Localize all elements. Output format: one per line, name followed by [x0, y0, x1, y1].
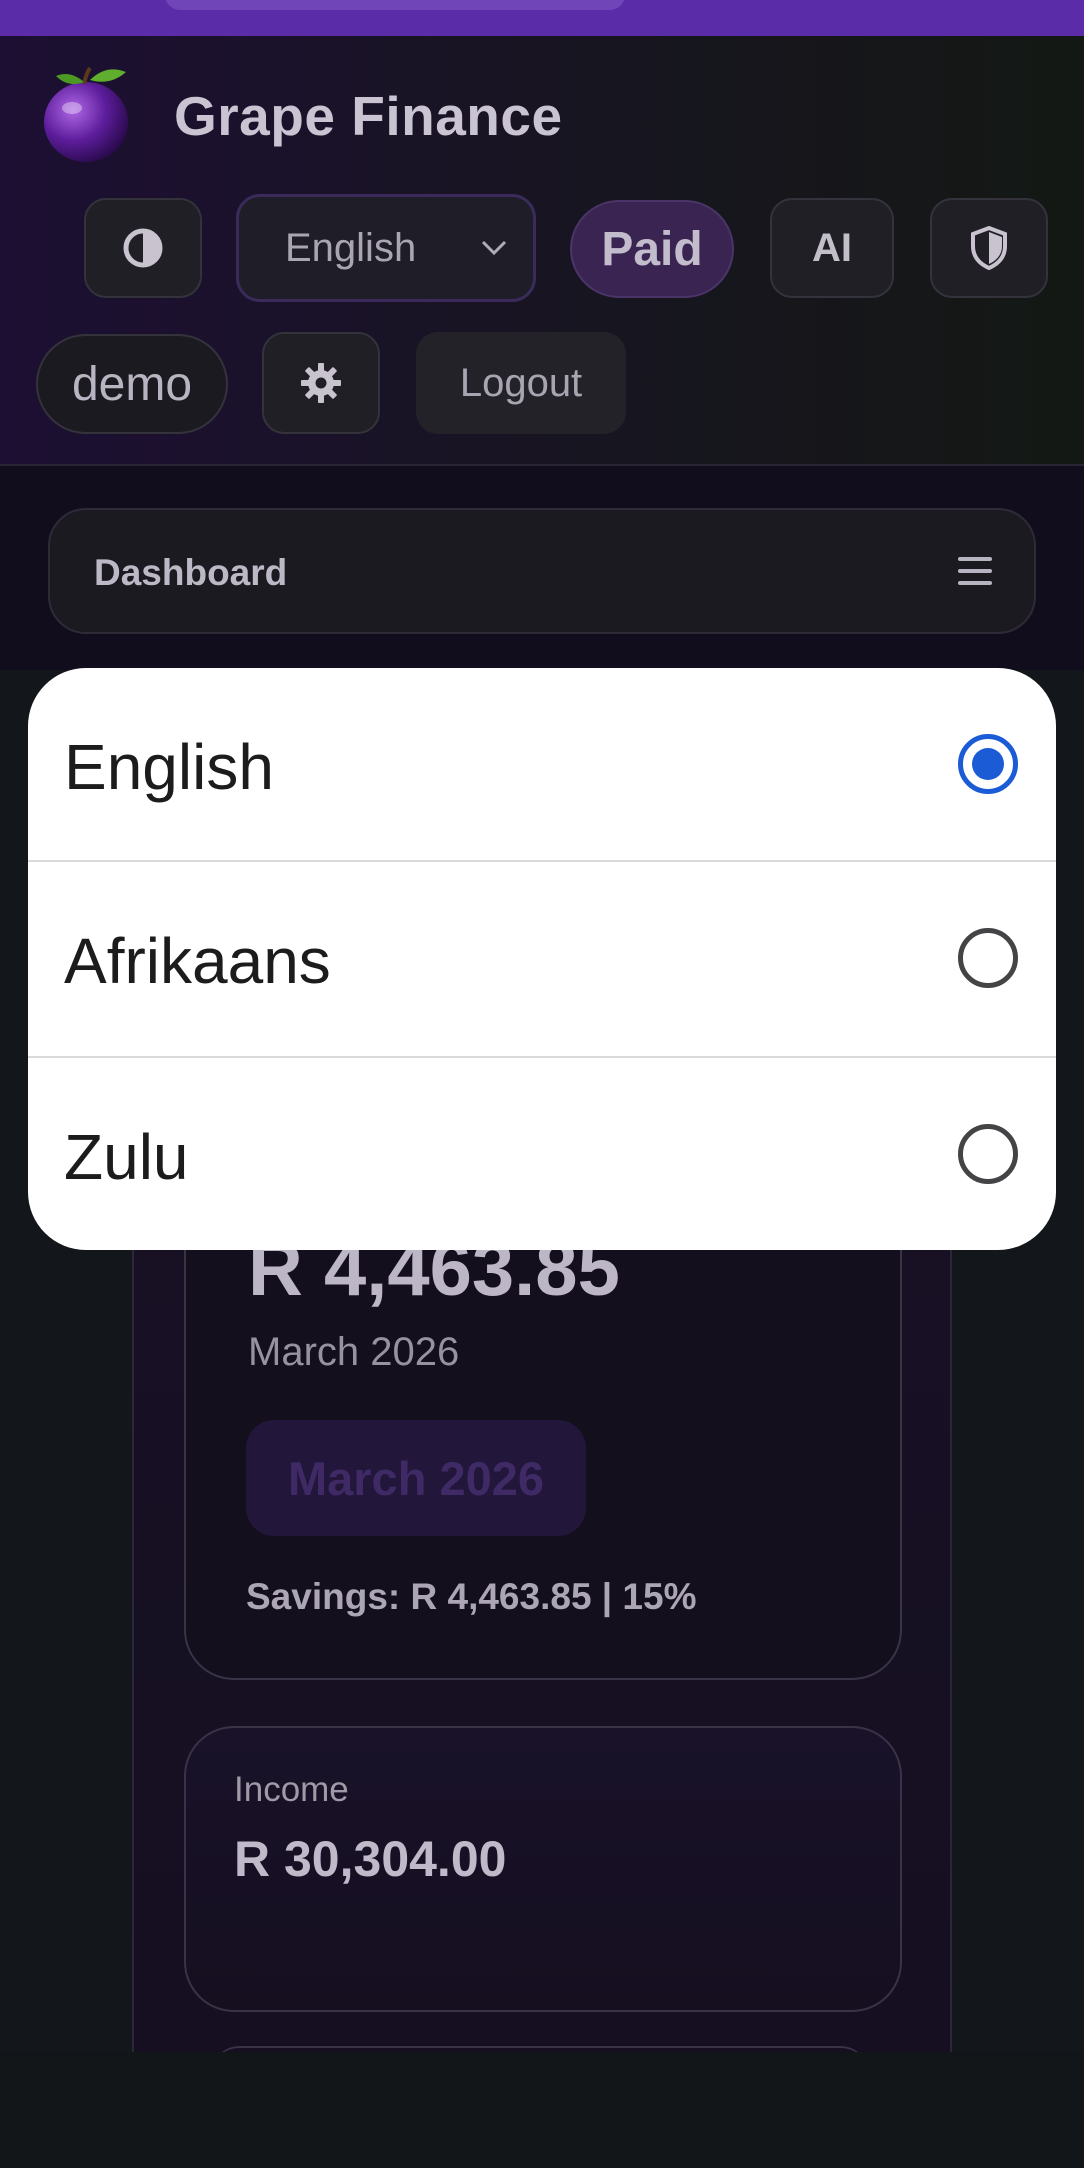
gear-icon — [301, 363, 341, 403]
radio-unselected-icon[interactable] — [958, 1124, 1018, 1184]
plan-badge[interactable]: Paid — [570, 200, 734, 298]
user-badge[interactable]: demo — [36, 334, 228, 434]
summary-month: March 2026 — [248, 1330, 460, 1374]
system-nav-bar — [0, 2052, 1084, 2168]
month-selector[interactable]: March 2026 — [246, 1420, 586, 1536]
grape-logo-icon — [44, 66, 128, 162]
page-nav-bar[interactable]: Dashboard — [48, 508, 1036, 634]
nav-title: Dashboard — [94, 552, 288, 593]
security-button[interactable] — [930, 198, 1048, 298]
language-select-value: English — [285, 225, 417, 270]
income-value: R 30,304.00 — [234, 1831, 507, 1887]
language-dialog: English Afrikaans Zulu — [28, 668, 1056, 1250]
ai-button[interactable]: AI — [770, 198, 894, 298]
language-option-label: Zulu — [64, 1121, 189, 1193]
radio-unselected-icon[interactable] — [958, 928, 1018, 988]
income-label: Income — [234, 1770, 349, 1809]
app-title: Grape Finance — [174, 85, 563, 147]
language-option-english[interactable]: English — [28, 668, 1056, 862]
language-option-afrikaans[interactable]: Afrikaans — [28, 862, 1056, 1056]
status-pill — [165, 0, 625, 10]
settings-button[interactable] — [262, 332, 380, 434]
hamburger-menu-icon[interactable] — [956, 554, 994, 588]
screen: Grape Finance English Paid AI demo Logou… — [0, 0, 1084, 2168]
logout-button[interactable]: Logout — [416, 332, 626, 434]
shield-icon — [971, 226, 1007, 270]
radio-selected-icon[interactable] — [958, 734, 1018, 794]
language-select[interactable]: English — [236, 194, 536, 302]
contrast-icon — [123, 228, 163, 268]
chevron-down-icon — [481, 240, 507, 256]
language-option-label: Afrikaans — [64, 925, 331, 997]
language-option-label: English — [64, 731, 274, 803]
theme-toggle-button[interactable] — [84, 198, 202, 298]
savings-text: Savings: R 4,463.85 | 15% — [246, 1576, 697, 1617]
status-strip — [0, 0, 1084, 36]
language-option-zulu[interactable]: Zulu — [28, 1058, 1056, 1250]
